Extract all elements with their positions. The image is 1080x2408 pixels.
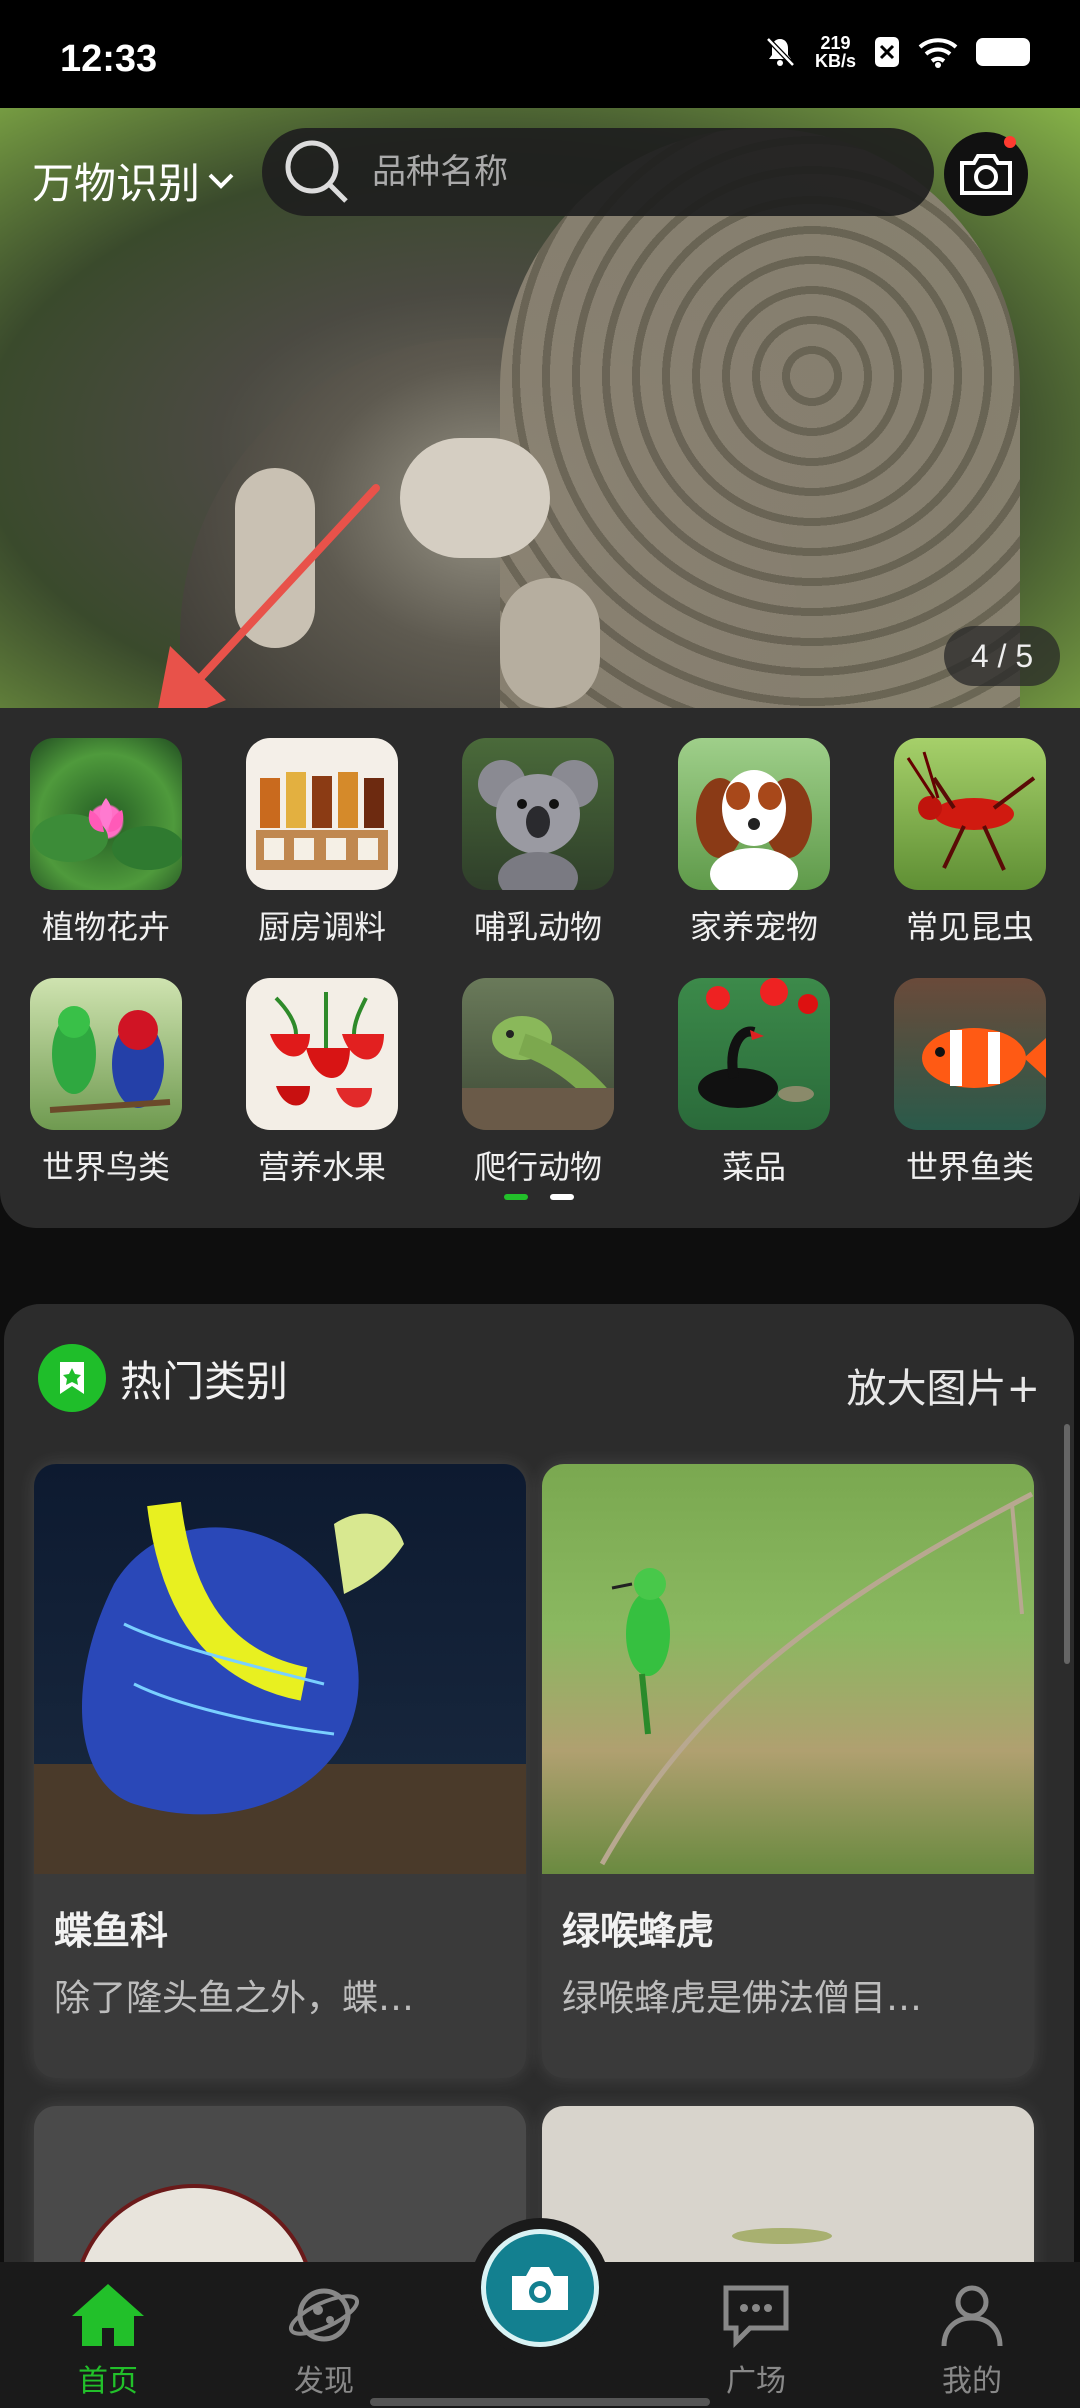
category-item-reptiles[interactable]: 爬行动物 <box>462 978 614 1188</box>
page-dot[interactable] <box>550 1194 574 1200</box>
iguana-icon <box>462 978 614 1130</box>
section-header: 热门类别 <box>38 1344 288 1412</box>
category-page-dots <box>504 1194 574 1200</box>
category-item-fruits[interactable]: 营养水果 <box>246 978 398 1188</box>
category-label: 厨房调料 <box>257 908 386 946</box>
card-title: 蝶鱼科 <box>54 1909 169 1953</box>
category-item-plants[interactable]: 植物花卉 <box>30 738 182 948</box>
mode-selector[interactable]: 万物识别 <box>32 150 236 211</box>
category-grid: 植物花卉 厨房调料 哺乳动物 家养宠物 常见昆虫 世界鸟类 营养水果 爬行动物 … <box>30 738 1060 1188</box>
clownfish-icon <box>894 978 1046 1130</box>
category-item-mammals[interactable]: 哺乳动物 <box>462 738 614 948</box>
strawberry-icon <box>246 978 398 1130</box>
parrot-icon <box>30 978 182 1130</box>
nav-label: 广场 <box>726 2364 786 2399</box>
zoom-image-link[interactable]: 放大图片+ <box>846 1356 1040 1414</box>
nav-label: 首页 <box>78 2364 138 2399</box>
category-label: 世界鸟类 <box>41 1148 170 1186</box>
card-title: 绿喉蜂虎 <box>562 1909 715 1953</box>
nav-discover[interactable]: 发现 <box>244 2280 404 2400</box>
category-item-dishes[interactable]: 菜品 <box>678 978 830 1188</box>
species-card[interactable]: 蝶鱼科 除了隆头鱼之外，蝶… <box>34 1464 526 2078</box>
wifi-icon <box>918 38 958 68</box>
search-bar[interactable] <box>262 128 934 216</box>
koala-icon <box>462 738 614 890</box>
scrollbar[interactable] <box>1064 1424 1070 1664</box>
dog-icon <box>678 738 830 890</box>
card-description: 除了隆头鱼之外，蝶… <box>54 1978 415 2019</box>
battery-icon <box>976 38 1030 66</box>
spice-rack-icon <box>246 738 398 890</box>
status-icons: 219 KB/s <box>763 34 1030 70</box>
category-item-fish[interactable]: 世界鱼类 <box>894 978 1046 1188</box>
insect-icon <box>894 738 1046 890</box>
card-description: 绿喉蜂虎是佛法僧目… <box>562 1978 923 2019</box>
category-label: 植物花卉 <box>41 908 170 946</box>
lotus-flower-icon <box>30 738 182 890</box>
mute-bell-icon <box>766 37 795 67</box>
center-camera-button[interactable] <box>470 2218 610 2358</box>
category-item-pets[interactable]: 家养宠物 <box>678 738 830 948</box>
planet-icon <box>288 2288 360 2342</box>
home-icon <box>72 2284 144 2346</box>
category-label: 家养宠物 <box>689 908 818 946</box>
home-indicator <box>370 2398 710 2406</box>
search-input[interactable] <box>372 152 872 192</box>
camera-icon <box>512 2267 568 2310</box>
section-title: 热门类别 <box>120 1356 289 1406</box>
bookmark-star-icon <box>38 1344 106 1412</box>
category-label: 菜品 <box>721 1148 786 1186</box>
species-card[interactable]: 绿喉蜂虎 绿喉蜂虎是佛法僧目… <box>542 1464 1034 2078</box>
camera-ring <box>481 2229 599 2347</box>
category-label: 世界鱼类 <box>905 1148 1034 1186</box>
notification-dot <box>1004 136 1016 148</box>
black-swan-icon <box>678 978 830 1130</box>
card-image <box>34 1464 526 1874</box>
user-icon <box>941 2285 1003 2347</box>
net-speed: 219 KB/s <box>815 34 856 70</box>
camera-button[interactable] <box>944 132 1028 216</box>
category-label: 营养水果 <box>257 1148 386 1186</box>
category-label: 哺乳动物 <box>473 908 602 946</box>
banner-pager: 4 / 5 <box>944 626 1060 686</box>
nav-label: 发现 <box>294 2364 354 2399</box>
category-label: 爬行动物 <box>473 1148 602 1186</box>
net-speed-value: 219 <box>820 33 851 53</box>
mode-label: 万物识别 <box>32 159 201 208</box>
chat-icon <box>723 2285 789 2349</box>
nav-square[interactable]: 广场 <box>676 2280 836 2400</box>
card-image <box>542 1464 1034 1874</box>
net-speed-unit: KB/s <box>814 51 856 71</box>
nav-home[interactable]: 首页 <box>28 2280 188 2400</box>
sim-x-icon <box>875 37 899 67</box>
banner-image-detail <box>400 438 550 558</box>
category-label: 常见昆虫 <box>905 908 1034 946</box>
category-item-insects[interactable]: 常见昆虫 <box>894 738 1046 948</box>
top-bar: 万物识别 <box>0 108 1080 238</box>
camera-icon <box>960 154 1012 195</box>
page-dot-active <box>504 1194 528 1200</box>
nav-profile[interactable]: 我的 <box>892 2280 1052 2400</box>
search-icon <box>285 140 348 203</box>
nav-label: 我的 <box>942 2364 1002 2399</box>
category-panel: 植物花卉 厨房调料 哺乳动物 家养宠物 常见昆虫 世界鸟类 营养水果 爬行动物 … <box>0 708 1080 1228</box>
category-item-birds[interactable]: 世界鸟类 <box>30 978 182 1188</box>
category-item-spices[interactable]: 厨房调料 <box>246 738 398 948</box>
banner-image-detail <box>500 578 600 708</box>
status-time: 12:33 <box>60 38 158 80</box>
chevron-down-icon <box>208 173 234 189</box>
status-bar: 12:33 219 KB/s <box>0 0 1080 108</box>
